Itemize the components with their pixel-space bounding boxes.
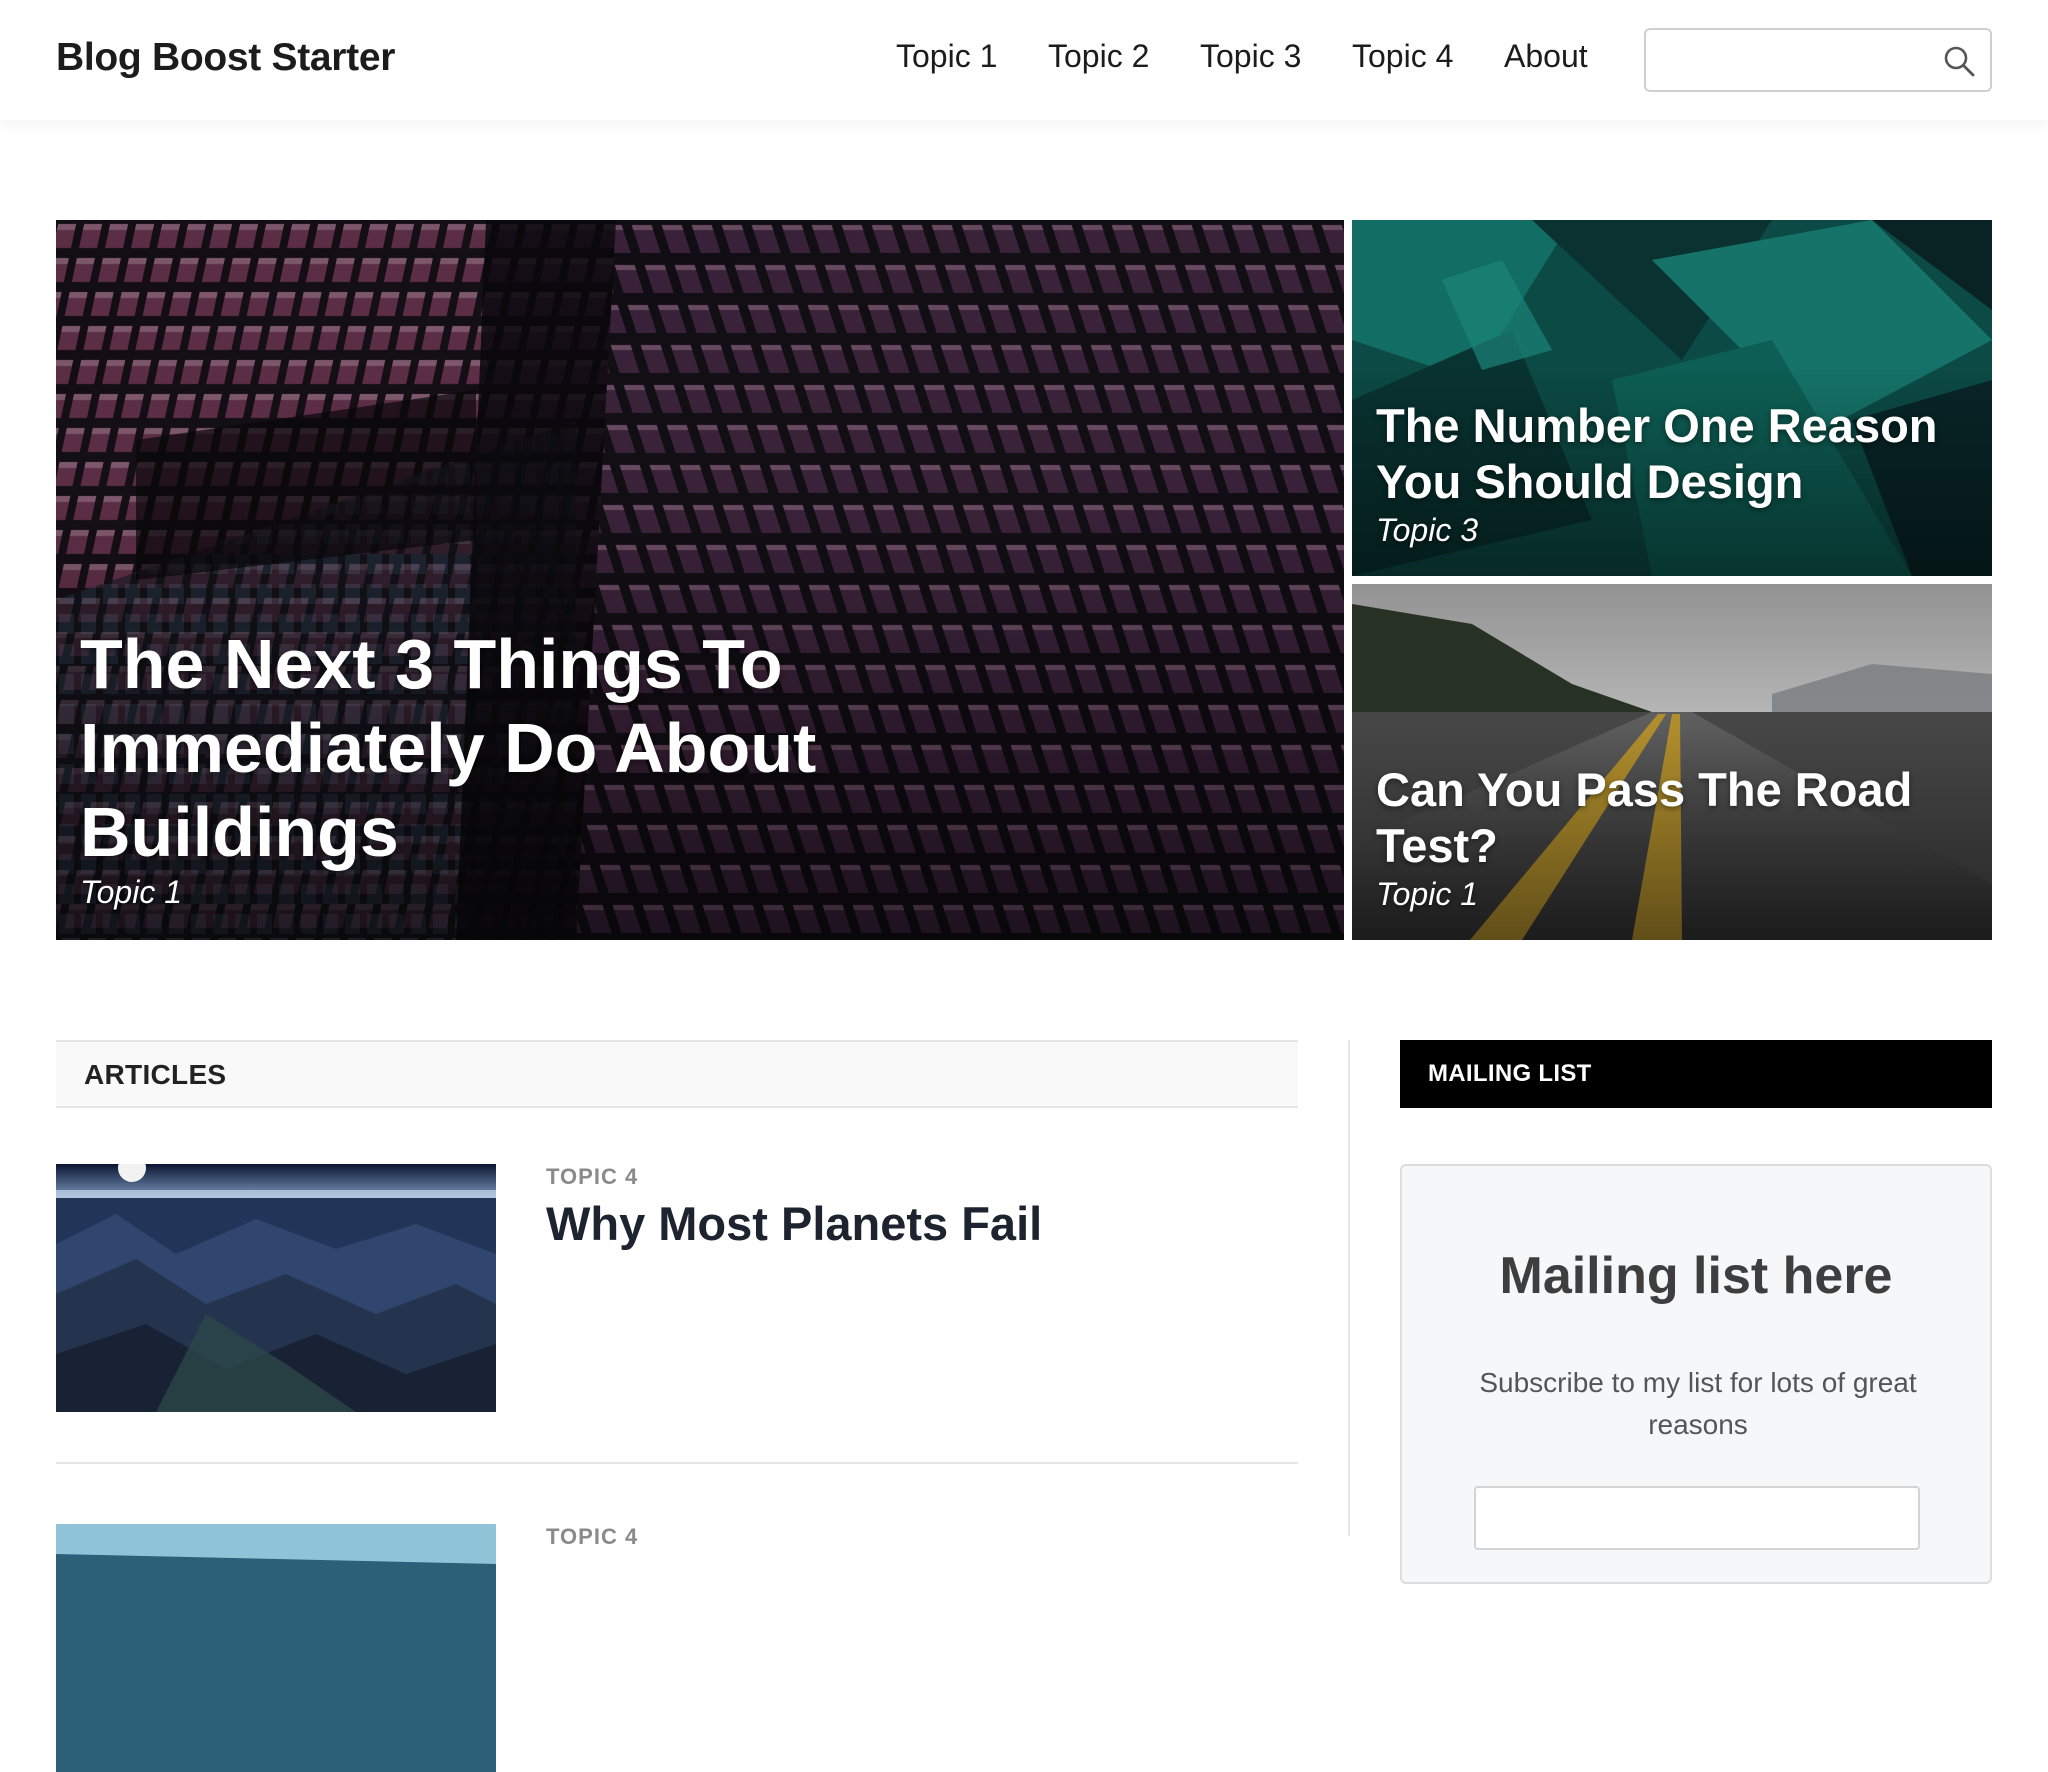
articles-heading: ARTICLES [84, 1059, 227, 1090]
mailing-list-heading: MAILING LIST [1428, 1060, 1592, 1087]
article-category[interactable]: TOPIC 4 [546, 1524, 638, 1550]
nav-item-about[interactable]: About [1504, 38, 1588, 75]
search-icon[interactable] [1942, 44, 1976, 78]
mailing-list-description: Subscribe to my list for lots of great r… [1479, 1367, 1917, 1440]
article-category[interactable]: TOPIC 4 [546, 1164, 638, 1190]
search-input[interactable] [1658, 40, 1928, 80]
article-divider [56, 1462, 1298, 1464]
hero-top-right-category[interactable]: Topic 3 [1376, 512, 1478, 549]
column-divider [1348, 1040, 1350, 1536]
article-card[interactable]: TOPIC 4 [56, 1524, 1298, 1772]
search-box [1644, 28, 1992, 92]
article-thumbnail[interactable] [56, 1524, 496, 1772]
mailing-list-heading-bar: MAILING LIST [1400, 1040, 1992, 1108]
site-header: Blog Boost Starter Topic 1 Topic 2 Topic… [0, 0, 2048, 120]
articles-heading-bar: ARTICLES [56, 1040, 1298, 1108]
nav-item-topic-2[interactable]: Topic 2 [1048, 38, 1149, 75]
hero-main-title[interactable]: The Next 3 Things To Immediately Do Abou… [80, 622, 980, 874]
nav-item-topic-1[interactable]: Topic 1 [896, 38, 997, 75]
hero-bottom-right-title[interactable]: Can You Pass The Road Test? [1376, 762, 1976, 874]
planet-landscape-image [56, 1164, 496, 1412]
article-thumbnail[interactable] [56, 1164, 496, 1412]
hero-main-category[interactable]: Topic 1 [80, 874, 182, 911]
mailing-list-box: Mailing list here Subscribe to my list f… [1400, 1164, 1992, 1584]
article-image [56, 1524, 496, 1772]
hero-tile-bottom-right[interactable]: Can You Pass The Road Test? Topic 1 [1352, 584, 1992, 940]
hero-bottom-right-category[interactable]: Topic 1 [1376, 876, 1478, 913]
mailing-list-email-input[interactable] [1474, 1486, 1920, 1550]
article-card[interactable]: TOPIC 4 Why Most Planets Fail [56, 1164, 1298, 1464]
article-title[interactable]: Why Most Planets Fail [546, 1196, 1042, 1251]
nav-item-topic-4[interactable]: Topic 4 [1352, 38, 1453, 75]
hero-tile-main[interactable]: The Next 3 Things To Immediately Do Abou… [56, 220, 1344, 940]
hero-tile-top-right[interactable]: The Number One Reason You Should Design … [1352, 220, 1992, 576]
hero-top-right-title[interactable]: The Number One Reason You Should Design [1376, 398, 1976, 510]
nav-item-topic-3[interactable]: Topic 3 [1200, 38, 1301, 75]
mailing-list-title: Mailing list here [1499, 1247, 1893, 1305]
